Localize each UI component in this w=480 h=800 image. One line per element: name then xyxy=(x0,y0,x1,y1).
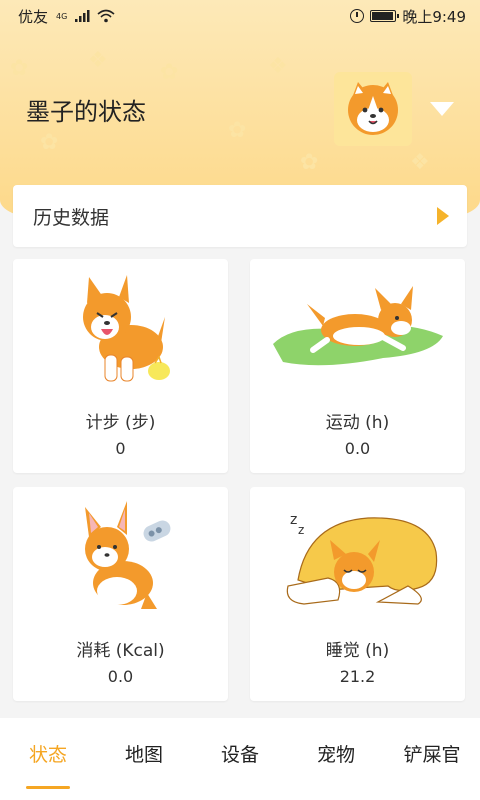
paw-pattern-icon: ✿ xyxy=(40,130,59,155)
alarm-icon xyxy=(350,9,365,23)
battery-icon xyxy=(370,10,400,22)
corgi-sleeping-icon: z z xyxy=(286,512,437,605)
corgi-running-icon xyxy=(272,286,443,366)
status-bar-left: 优友 4G xyxy=(18,6,115,27)
pet-selector-dropdown[interactable] xyxy=(428,100,456,118)
paw-pattern-icon: ❖ xyxy=(88,48,108,73)
tab-owner[interactable]: 铲屎官 xyxy=(392,740,472,767)
stat-label: 睡觉 (h) xyxy=(325,641,390,661)
stat-card-calories[interactable]: 消耗 (Kcal) 0.0 xyxy=(13,487,228,701)
stat-value: 0.0 xyxy=(344,439,371,458)
tab-label: 设备 xyxy=(220,744,259,766)
stat-card-exercise[interactable]: 运动 (h) 0.0 xyxy=(250,259,465,473)
network-type: 4G xyxy=(56,11,68,21)
tab-label: 铲屎官 xyxy=(403,744,461,766)
paw-pattern-icon: ✿ xyxy=(300,150,319,175)
stat-label: 消耗 (Kcal) xyxy=(76,641,165,661)
triangle-down-icon xyxy=(430,102,454,116)
tab-pet[interactable]: 宠物 xyxy=(296,740,376,767)
wifi-icon xyxy=(97,9,115,23)
paw-pattern-icon: ✿ xyxy=(160,60,179,85)
stat-value: 21.2 xyxy=(339,667,376,686)
corgi-sleeping-illustration: z z xyxy=(250,487,465,627)
signal-icon xyxy=(75,10,90,22)
tab-label: 地图 xyxy=(124,744,163,766)
battery-level xyxy=(372,12,393,20)
tab-map[interactable]: 地图 xyxy=(104,740,184,767)
stat-label: 计步 (步) xyxy=(85,413,156,433)
status-time: 晚上9:49 xyxy=(402,7,466,26)
active-tab-indicator xyxy=(26,786,70,789)
corgi-tired-icon xyxy=(84,501,170,609)
svg-text:z: z xyxy=(298,523,304,537)
corgi-tired-illustration xyxy=(13,487,228,627)
bottom-tab-bar: 状态 地图 设备 宠物 铲屎官 xyxy=(0,718,480,800)
corgi-standing-illustration xyxy=(13,259,228,399)
chevron-right-icon xyxy=(437,207,449,225)
paw-pattern-icon: ✿ xyxy=(228,118,247,143)
paw-pattern-icon: ❖ xyxy=(268,54,288,79)
history-data-label: 历史数据 xyxy=(33,206,110,229)
carrier-name: 优友 xyxy=(18,7,49,26)
stat-card-sleep[interactable]: z z 睡觉 (h) 21.2 xyxy=(250,487,465,701)
corgi-steps-icon xyxy=(82,275,170,382)
tab-label: 宠物 xyxy=(316,744,355,766)
stat-card-steps[interactable]: 计步 (步) 0 xyxy=(13,259,228,473)
corgi-avatar-icon xyxy=(348,82,398,135)
corgi-running-illustration xyxy=(250,259,465,399)
status-bar: 优友 4G 晚上9:49 xyxy=(0,0,480,32)
tab-label: 状态 xyxy=(28,744,67,766)
stat-label: 运动 (h) xyxy=(325,413,390,433)
stat-value: 0.0 xyxy=(107,667,134,686)
stat-value: 0 xyxy=(115,439,126,458)
tab-status[interactable]: 状态 xyxy=(8,740,88,789)
status-bar-right: 晚上9:49 xyxy=(350,6,466,27)
page-title: 墨子的状态 xyxy=(26,98,146,126)
pet-avatar[interactable] xyxy=(334,72,412,146)
paw-pattern-icon: ❖ xyxy=(410,150,430,175)
paw-pattern-icon: ✿ xyxy=(10,56,29,81)
svg-text:z: z xyxy=(290,512,297,528)
tab-device[interactable]: 设备 xyxy=(200,740,280,767)
history-data-row[interactable]: 历史数据 xyxy=(13,185,467,247)
